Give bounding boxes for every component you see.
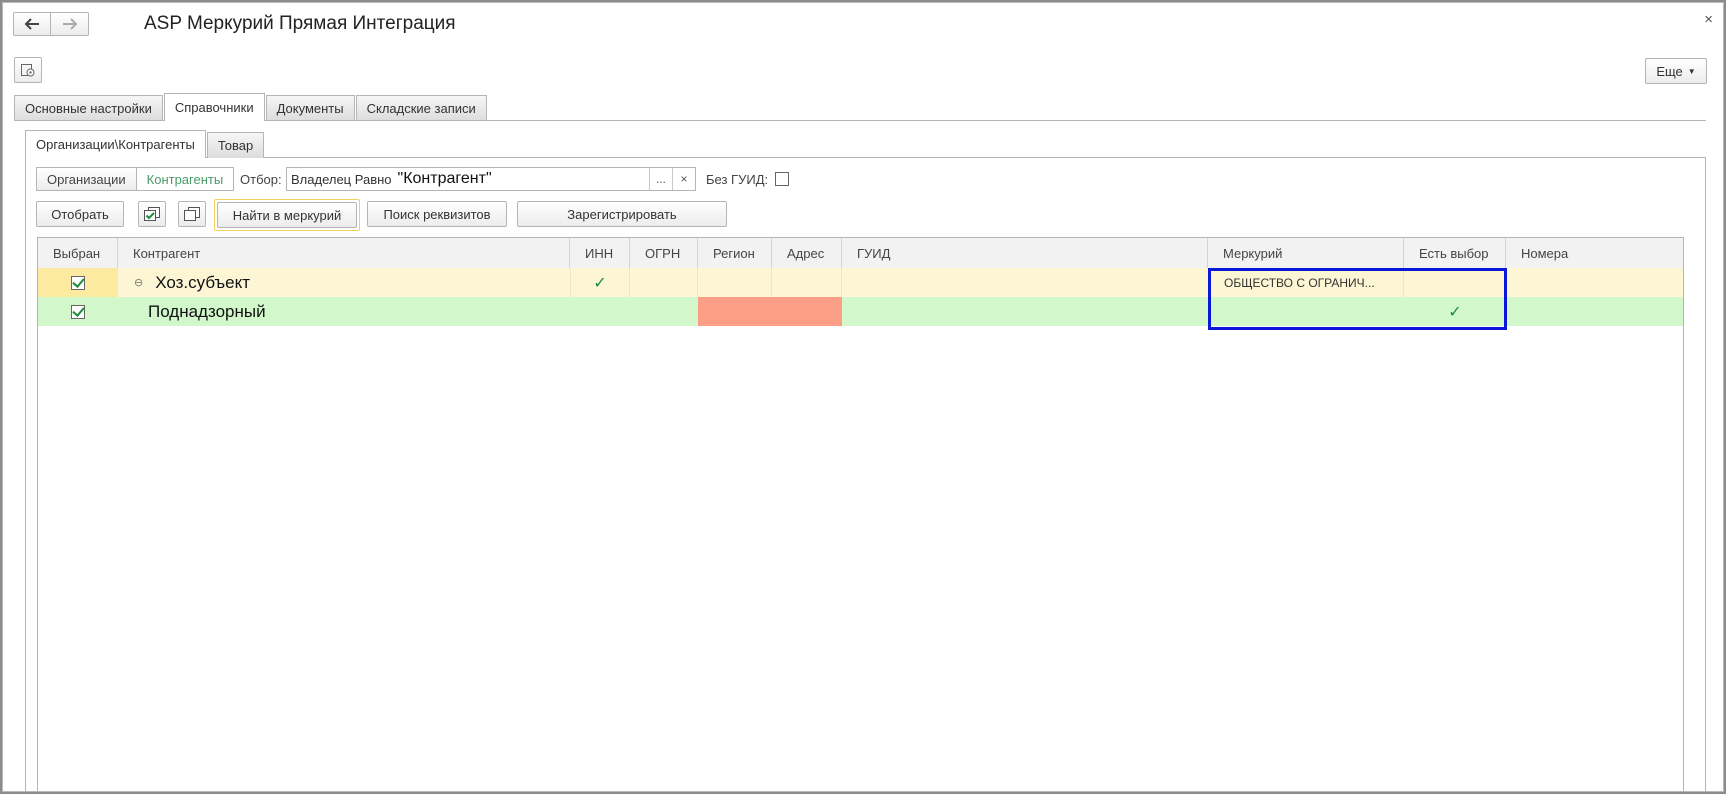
col-address[interactable]: Адрес xyxy=(772,238,842,268)
find-in-mercury-button[interactable]: Найти в меркурий xyxy=(217,202,357,228)
row-checkbox[interactable] xyxy=(71,304,85,319)
counterparty-name: Поднадзорный xyxy=(148,301,266,321)
row-region-address-error xyxy=(698,297,842,326)
main-tabs-divider xyxy=(14,120,1706,121)
window-title: ASP Меркурий Прямая Интеграция xyxy=(144,13,456,34)
col-numbers[interactable]: Номера xyxy=(1506,238,1683,268)
chevron-down-icon: ▼ xyxy=(1687,66,1696,76)
settings-icon xyxy=(21,64,35,77)
filter-owner: "Контрагент" xyxy=(397,170,492,187)
arrow-left-icon xyxy=(24,18,39,30)
navigation-buttons xyxy=(13,12,89,36)
filter-prefix: Владелец Равно xyxy=(291,171,392,187)
arrow-right-icon xyxy=(62,18,77,30)
col-ogrn[interactable]: ОГРН xyxy=(630,238,698,268)
filter-clear-button[interactable]: × xyxy=(672,168,695,190)
col-inn[interactable]: ИНН xyxy=(570,238,630,268)
row-counterparty-cell: Поднадзорный xyxy=(148,297,568,326)
organizations-toggle[interactable]: Организации xyxy=(36,167,137,191)
register-button[interactable]: Зарегистрировать xyxy=(517,201,727,227)
main-tabs: Основные настройки Справочники Документы… xyxy=(14,93,488,121)
collapse-icon[interactable]: ⊖ xyxy=(134,276,143,289)
counterparties-toggle[interactable]: Контрагенты xyxy=(136,167,235,191)
row-selected-cell[interactable] xyxy=(38,297,118,326)
forward-button[interactable] xyxy=(51,12,89,36)
mercury-selection-frame xyxy=(1208,268,1507,330)
uncheck-all-icon xyxy=(184,207,200,221)
table-header: Выбран Контрагент ИНН ОГРН Регион Адрес … xyxy=(38,238,1683,269)
row-address-cell xyxy=(772,268,842,297)
no-guid-label: Без ГУИД: xyxy=(706,172,769,187)
no-guid-checkbox[interactable] xyxy=(775,172,789,186)
tab-warehouse-records[interactable]: Складские записи xyxy=(355,95,487,121)
col-mercury[interactable]: Меркурий xyxy=(1208,238,1404,268)
tab-directories[interactable]: Справочники xyxy=(163,93,265,121)
col-region[interactable]: Регион xyxy=(698,238,772,268)
counterparty-name: Хоз.субъект xyxy=(155,272,251,292)
tab-organizations-counterparties[interactable]: Организации\Контрагенты xyxy=(25,130,206,158)
col-selected[interactable]: Выбран xyxy=(38,238,118,268)
search-requisites-button[interactable]: Поиск реквизитов xyxy=(367,201,507,227)
select-button[interactable]: Отобрать xyxy=(36,201,124,227)
row-ogrn-cell xyxy=(630,268,698,297)
app-window: ASP Меркурий Прямая Интеграция × Еще ▼ О… xyxy=(2,2,1724,792)
filter-value: Владелец Равно "Контрагент" xyxy=(287,168,649,190)
back-button[interactable] xyxy=(13,12,51,36)
filter-label: Отбор: xyxy=(240,172,282,187)
row-inn-cell: ✓ xyxy=(570,268,630,297)
tab-main-settings[interactable]: Основные настройки xyxy=(14,95,163,121)
row-region-cell xyxy=(698,268,772,297)
row-checkbox[interactable] xyxy=(71,275,85,290)
inn-check-icon: ✓ xyxy=(593,274,607,292)
tab-documents[interactable]: Документы xyxy=(265,95,355,121)
more-button[interactable]: Еще ▼ xyxy=(1645,58,1707,84)
settings-button[interactable] xyxy=(14,57,42,83)
row-selected-cell[interactable] xyxy=(38,268,118,297)
check-all-icon xyxy=(144,207,160,221)
col-has-choice[interactable]: Есть выбор xyxy=(1404,238,1506,268)
row-counterparty-cell: ⊖ Хоз.субъект xyxy=(134,268,564,297)
col-guid[interactable]: ГУИД xyxy=(842,238,1208,268)
sub-tabs: Организации\Контрагенты Товар xyxy=(25,130,265,158)
check-all-button[interactable] xyxy=(138,201,166,227)
col-counterparty[interactable]: Контрагент xyxy=(118,238,570,268)
filter-select-button[interactable]: ... xyxy=(649,168,672,190)
more-label: Еще xyxy=(1656,63,1683,79)
filter-field[interactable]: Владелец Равно "Контрагент" ... × xyxy=(286,167,696,191)
close-icon[interactable]: × xyxy=(1704,11,1713,28)
type-switch: Организации Контрагенты xyxy=(36,167,235,191)
tab-goods[interactable]: Товар xyxy=(206,132,265,158)
uncheck-all-button[interactable] xyxy=(178,201,206,227)
